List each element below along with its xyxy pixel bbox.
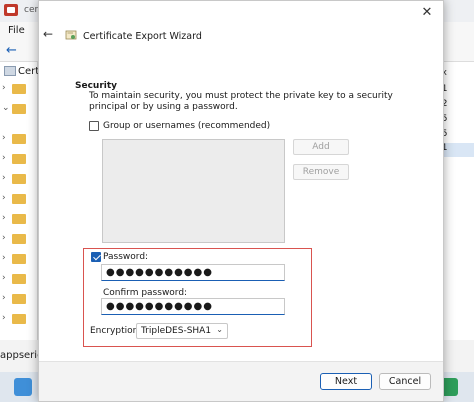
- chevron-right-icon: ›: [2, 153, 6, 163]
- cancel-button[interactable]: Cancel: [379, 373, 431, 390]
- chevron-right-icon: ›: [2, 83, 6, 93]
- tree-pane: › ⌄ › › › › › › › › › ›: [0, 62, 38, 340]
- section-description: To maintain security, you must protect t…: [89, 91, 393, 112]
- chevron-down-icon: ⌄: [2, 103, 10, 113]
- password-field[interactable]: ●●●●●●●●●●●: [101, 264, 285, 281]
- taskbar-app-icon[interactable]: [14, 378, 32, 396]
- certificate-export-wizard: ✕ ← Certificate Export Wizard Security T…: [38, 0, 444, 402]
- tree-item[interactable]: ›: [2, 82, 38, 96]
- folder-icon: [12, 174, 26, 184]
- folder-icon: [12, 234, 26, 244]
- menu-file[interactable]: File: [8, 25, 25, 36]
- tree-item[interactable]: ›: [2, 212, 38, 226]
- tree-item[interactable]: ›: [2, 132, 38, 146]
- chevron-down-icon: ⌄: [216, 325, 223, 334]
- chevron-right-icon: ›: [2, 173, 6, 183]
- chevron-right-icon: ›: [2, 233, 6, 243]
- close-icon[interactable]: ✕: [419, 5, 435, 21]
- remove-button[interactable]: Remove: [293, 164, 349, 180]
- tree-item[interactable]: ›: [2, 172, 38, 186]
- tree-item[interactable]: ›: [2, 232, 38, 246]
- group-usernames-label[interactable]: Group or usernames (recommended): [103, 121, 270, 131]
- folder-icon: [12, 134, 26, 144]
- encryption-label: Encryption:: [90, 326, 142, 336]
- password-checkbox[interactable]: [91, 252, 101, 262]
- tree-item[interactable]: ›: [2, 312, 38, 326]
- encryption-selected-value: TripleDES-SHA1: [141, 326, 212, 336]
- computer-icon: [4, 66, 16, 76]
- folder-icon: [12, 84, 26, 94]
- tree-item[interactable]: ›: [2, 272, 38, 286]
- chevron-right-icon: ›: [2, 133, 6, 143]
- tree-item[interactable]: ›: [2, 292, 38, 306]
- folder-icon: [12, 294, 26, 304]
- section-title: Security: [75, 81, 118, 91]
- chevron-right-icon: ›: [2, 193, 6, 203]
- dialog-title: Certificate Export Wizard: [83, 31, 202, 42]
- back-arrow-icon[interactable]: ←: [43, 27, 57, 41]
- add-button[interactable]: Add: [293, 139, 349, 155]
- folder-icon: [12, 274, 26, 284]
- chevron-right-icon: ›: [2, 313, 6, 323]
- folder-icon: [12, 254, 26, 264]
- certificate-icon: [65, 30, 77, 40]
- group-usernames-checkbox[interactable]: [89, 121, 99, 131]
- app-icon: [4, 4, 18, 16]
- chevron-right-icon: ›: [2, 253, 6, 263]
- folder-icon: [12, 154, 26, 164]
- encryption-select[interactable]: TripleDES-SHA1 ⌄: [136, 323, 228, 339]
- tree-item[interactable]: ⌄: [2, 102, 38, 116]
- folder-icon: [12, 214, 26, 224]
- tree-item[interactable]: ›: [2, 192, 38, 206]
- tree-item[interactable]: ›: [2, 152, 38, 166]
- confirm-password-field[interactable]: ●●●●●●●●●●●: [101, 298, 285, 315]
- chevron-right-icon: ›: [2, 273, 6, 283]
- principals-list[interactable]: [102, 139, 285, 243]
- folder-icon: [12, 314, 26, 324]
- confirm-password-label: Confirm password:: [103, 288, 188, 298]
- bg-window-title: cer: [24, 5, 39, 15]
- bg-status-text: appseric: [0, 350, 43, 361]
- back-arrow-icon[interactable]: ←: [6, 43, 17, 58]
- folder-icon: [12, 194, 26, 204]
- folder-icon: [12, 104, 26, 114]
- tree-item[interactable]: ›: [2, 252, 38, 266]
- chevron-right-icon: ›: [2, 293, 6, 303]
- next-button[interactable]: Next: [320, 373, 372, 390]
- password-label[interactable]: Password:: [103, 252, 148, 262]
- chevron-right-icon: ›: [2, 213, 6, 223]
